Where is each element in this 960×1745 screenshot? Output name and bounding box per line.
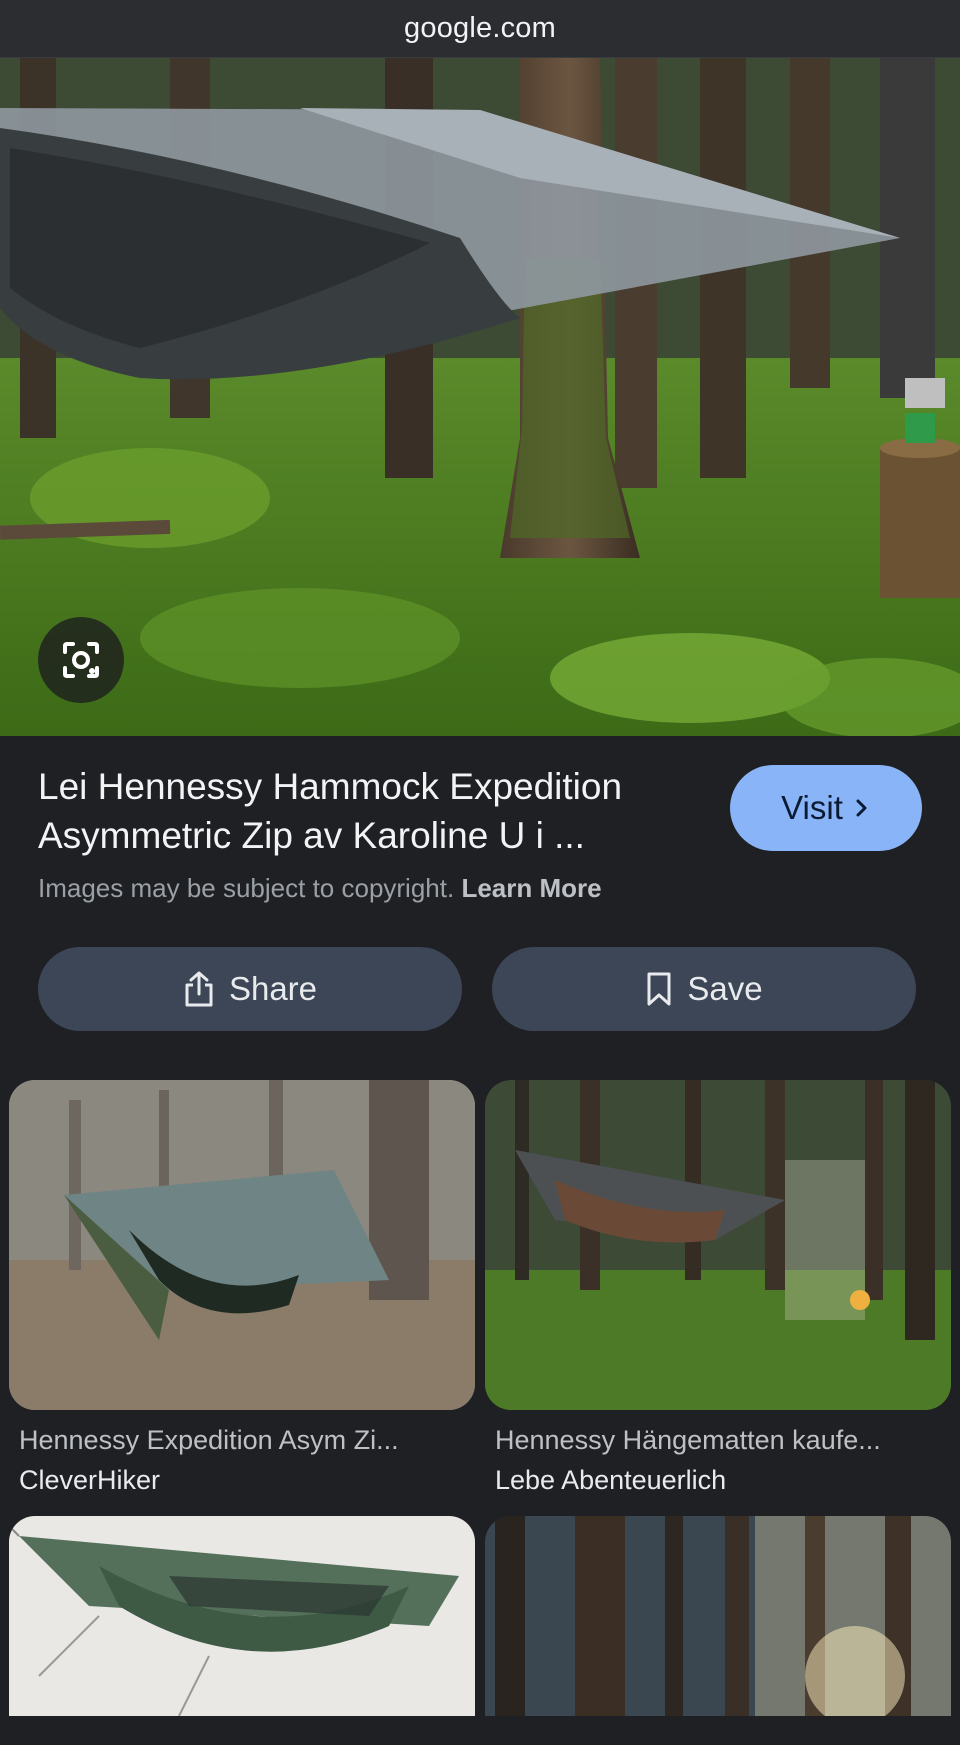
address-domain: google.com [404,12,556,44]
hammock-forest-photo [0,58,960,736]
hammock-thumbnail-1 [9,1080,475,1410]
related-source: Lebe Abenteuerlich [495,1465,727,1495]
save-label: Save [687,970,763,1007]
hammock-thumbnail-3 [9,1516,475,1716]
google-lens-icon [63,642,99,678]
related-source: CleverHiker [19,1465,161,1495]
visit-button[interactable]: Visit [730,765,922,851]
related-thumbnail[interactable] [9,1516,475,1716]
visit-label: Visit [781,789,843,826]
address-bar[interactable]: google.com [0,0,960,58]
copyright-notice: Images may be subject to copyright. Lear… [38,873,602,904]
forest-thumbnail-4 [485,1516,951,1716]
related-thumbnail[interactable] [485,1080,951,1410]
related-title: Hennessy Expedition Asym Zi... [19,1425,399,1455]
learn-more-link[interactable]: Learn More [461,873,601,903]
save-button[interactable]: Save [492,947,916,1031]
copyright-text: Images may be subject to copyright. [38,873,455,903]
share-label: Share [228,970,318,1007]
share-icon [185,971,213,1007]
share-button[interactable]: Share [38,947,462,1031]
chevron-right-icon [856,799,867,817]
related-thumbnail[interactable] [485,1516,951,1716]
hammock-thumbnail-2 [485,1080,951,1410]
bookmark-icon [647,972,671,1006]
main-image[interactable] [0,58,960,736]
image-title[interactable]: Lei Hennessy Hammock Expedition Asymmetr… [38,762,688,860]
google-lens-button[interactable] [38,617,124,703]
related-thumbnail[interactable] [9,1080,475,1410]
related-title: Hennessy Hängematten kaufe... [495,1425,881,1455]
